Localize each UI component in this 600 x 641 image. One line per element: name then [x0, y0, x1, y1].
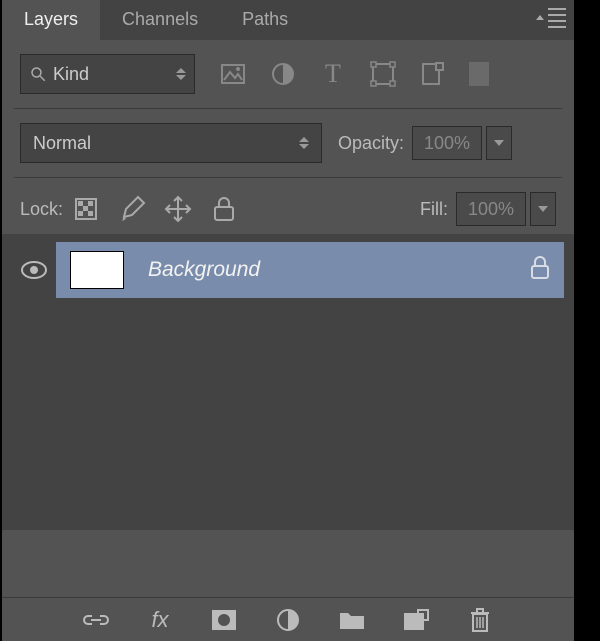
- adjustment-layer-icon[interactable]: [274, 606, 302, 634]
- search-icon: [29, 65, 47, 83]
- filter-toggle[interactable]: [469, 62, 489, 86]
- filter-pixel-icon[interactable]: [219, 60, 247, 88]
- tab-layers[interactable]: Layers: [2, 0, 100, 40]
- lock-all-icon[interactable]: [209, 194, 239, 224]
- link-layers-icon[interactable]: [82, 606, 110, 634]
- fill-dropdown-arrow[interactable]: [530, 192, 556, 226]
- eye-icon: [20, 260, 48, 280]
- trash-icon[interactable]: [466, 606, 494, 634]
- bottom-toolbar: fx: [2, 597, 574, 641]
- layer-row[interactable]: Background: [12, 242, 564, 298]
- blend-mode-dropdown[interactable]: Normal: [20, 123, 322, 163]
- group-icon[interactable]: [338, 606, 366, 634]
- blend-mode-label: Normal: [33, 133, 91, 154]
- new-layer-icon[interactable]: [402, 606, 430, 634]
- lock-row: Lock: Fill: 100%: [2, 184, 574, 234]
- layer-thumbnail[interactable]: [70, 251, 124, 289]
- filter-row: Kind T: [2, 40, 574, 102]
- opacity-value[interactable]: 100%: [412, 126, 482, 160]
- lock-transparency-icon[interactable]: [71, 194, 101, 224]
- opacity-dropdown-arrow[interactable]: [486, 126, 512, 160]
- panel-tabs: Layers Channels Paths: [2, 0, 574, 40]
- filter-kind-dropdown[interactable]: Kind: [20, 54, 195, 94]
- layers-list: Background: [2, 234, 574, 530]
- lock-pixels-icon[interactable]: [117, 194, 147, 224]
- mask-icon[interactable]: [210, 606, 238, 634]
- panel-menu-button[interactable]: [538, 8, 566, 28]
- filter-kind-label: Kind: [53, 64, 89, 85]
- fill-label: Fill:: [420, 199, 448, 220]
- filter-shape-icon[interactable]: [369, 60, 397, 88]
- opacity-label: Opacity:: [338, 133, 404, 154]
- filter-smartobject-icon[interactable]: [419, 60, 447, 88]
- lock-label: Lock:: [20, 199, 63, 220]
- layer-lock-icon[interactable]: [530, 256, 550, 285]
- layer-name[interactable]: Background: [148, 258, 506, 282]
- fx-icon[interactable]: fx: [146, 606, 174, 634]
- tab-paths[interactable]: Paths: [220, 0, 310, 40]
- filter-type-icon[interactable]: T: [319, 60, 347, 88]
- blend-row: Normal Opacity: 100%: [2, 115, 574, 171]
- filter-adjustment-icon[interactable]: [269, 60, 297, 88]
- visibility-toggle[interactable]: [12, 260, 56, 280]
- fill-value[interactable]: 100%: [456, 192, 526, 226]
- lock-position-icon[interactable]: [163, 194, 193, 224]
- tab-channels[interactable]: Channels: [100, 0, 220, 40]
